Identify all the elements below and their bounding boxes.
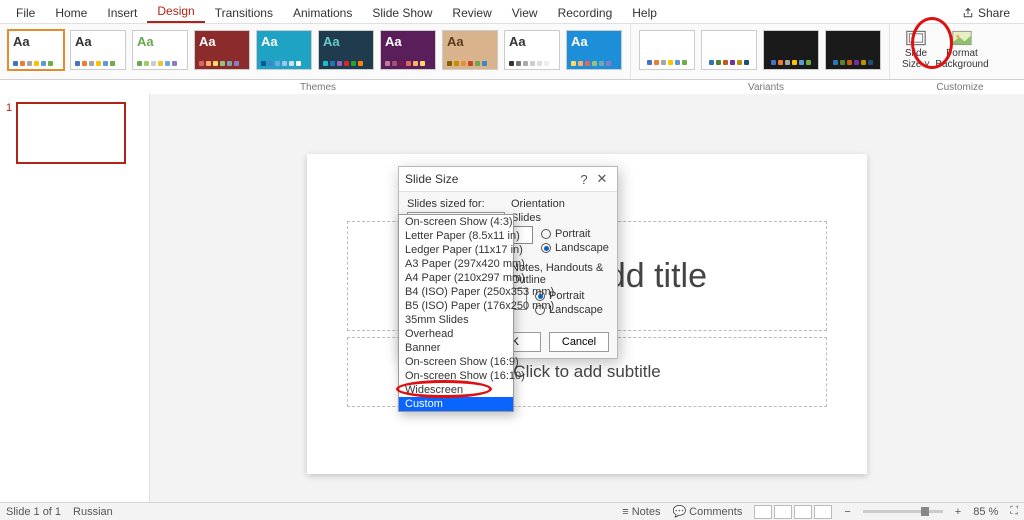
dropdown-item[interactable]: Banner xyxy=(399,341,513,355)
theme-thumb[interactable]: Aa xyxy=(442,30,498,70)
notes-button[interactable]: ≡ Notes xyxy=(622,506,660,518)
orientation-slides-label: Slides xyxy=(511,212,609,224)
share-button[interactable]: Share xyxy=(954,3,1018,23)
dropdown-item[interactable]: 35mm Slides xyxy=(399,313,513,327)
orientation-label: Orientation xyxy=(511,198,609,210)
dropdown-item[interactable]: On-screen Show (16:9) xyxy=(399,355,513,369)
variants-label: Variants xyxy=(636,82,896,93)
format-background-button[interactable]: Format Background xyxy=(942,28,982,70)
variant-thumb[interactable] xyxy=(825,30,881,70)
tab-review[interactable]: Review xyxy=(442,3,501,23)
cancel-button[interactable]: Cancel xyxy=(549,332,609,352)
theme-thumb[interactable]: Aa xyxy=(8,30,64,70)
tab-view[interactable]: View xyxy=(502,3,548,23)
status-slide-count: Slide 1 of 1 xyxy=(6,506,61,518)
zoom-slider[interactable] xyxy=(863,510,943,513)
dropdown-item[interactable]: A4 Paper (210x297 mm) xyxy=(399,271,513,285)
dropdown-item[interactable]: Letter Paper (8.5x11 in) xyxy=(399,229,513,243)
share-icon xyxy=(962,7,974,19)
theme-thumb[interactable]: Aa xyxy=(318,30,374,70)
format-background-label: Format Background xyxy=(935,48,988,70)
variant-thumb[interactable] xyxy=(763,30,819,70)
dialog-title: Slide Size xyxy=(405,172,575,186)
radio-slides-portrait[interactable]: Portrait xyxy=(541,228,609,240)
dropdown-item[interactable]: On-screen Show (16:10) xyxy=(399,369,513,383)
slide-size-icon xyxy=(906,30,926,46)
theme-thumb[interactable]: Aa xyxy=(566,30,622,70)
zoom-value[interactable]: 85 % xyxy=(973,506,998,518)
slide-thumbnail[interactable] xyxy=(16,102,126,164)
tab-recording[interactable]: Recording xyxy=(548,3,623,23)
ribbon-tabs: File Home Insert Design Transitions Anim… xyxy=(0,0,1024,24)
thumb-index: 1 xyxy=(6,102,12,164)
dropdown-item[interactable]: Custom xyxy=(399,397,513,411)
radio-slides-landscape[interactable]: Landscape xyxy=(541,242,609,254)
dialog-close-button[interactable]: ✕ xyxy=(593,171,611,187)
themes-label: Themes xyxy=(0,82,636,93)
status-language[interactable]: Russian xyxy=(73,506,113,518)
dropdown-item[interactable]: Overhead xyxy=(399,327,513,341)
dropdown-item[interactable]: Ledger Paper (11x17 in) xyxy=(399,243,513,257)
dialog-help-button[interactable]: ? xyxy=(575,172,593,187)
view-buttons[interactable] xyxy=(754,505,832,519)
share-label: Share xyxy=(978,6,1010,20)
fit-to-window-button[interactable]: ⛶ xyxy=(1010,505,1018,518)
themes-gallery: Aa Aa Aa Aa Aa Aa Aa Aa Aa Aa xyxy=(0,24,630,79)
tab-animations[interactable]: Animations xyxy=(283,3,362,23)
sized-for-label: Slides sized for: xyxy=(407,198,505,210)
theme-thumb[interactable]: Aa xyxy=(256,30,312,70)
ribbon: Aa Aa Aa Aa Aa Aa Aa Aa Aa Aa Slide Size… xyxy=(0,24,1024,80)
dropdown-item[interactable]: B4 (ISO) Paper (250x353 mm) xyxy=(399,285,513,299)
theme-thumb[interactable]: Aa xyxy=(194,30,250,70)
dropdown-item[interactable]: On-screen Show (4:3) xyxy=(399,215,513,229)
tab-file[interactable]: File xyxy=(6,3,45,23)
customize-group: Slide Size ˅ Format Background xyxy=(889,24,988,79)
theme-thumb[interactable]: Aa xyxy=(380,30,436,70)
tab-slideshow[interactable]: Slide Show xyxy=(362,3,442,23)
slide-size-button[interactable]: Slide Size ˅ xyxy=(896,28,936,70)
dropdown-item[interactable]: B5 (ISO) Paper (176x250 mm) xyxy=(399,299,513,313)
dropdown-item[interactable]: Widescreen xyxy=(399,383,513,397)
slide-thumbnails-pane: 1 xyxy=(0,94,150,502)
theme-thumb[interactable]: Aa xyxy=(132,30,188,70)
zoom-out-button[interactable]: − xyxy=(844,506,850,518)
tab-design[interactable]: Design xyxy=(147,1,204,23)
sized-for-dropdown: On-screen Show (4:3)Letter Paper (8.5x11… xyxy=(398,214,514,412)
orientation-notes-label: Notes, Handouts & Outline xyxy=(511,262,609,286)
comments-button[interactable]: 💬 Comments xyxy=(672,505,742,518)
zoom-in-button[interactable]: + xyxy=(955,506,961,518)
tab-transitions[interactable]: Transitions xyxy=(205,3,283,23)
tab-help[interactable]: Help xyxy=(622,3,667,23)
variants-gallery xyxy=(630,24,889,79)
status-bar: Slide 1 of 1 Russian ≡ Notes 💬 Comments … xyxy=(0,502,1024,520)
tab-home[interactable]: Home xyxy=(45,3,97,23)
variant-thumb[interactable] xyxy=(639,30,695,70)
dropdown-item[interactable]: A3 Paper (297x420 mm) xyxy=(399,257,513,271)
tab-insert[interactable]: Insert xyxy=(97,3,147,23)
format-background-icon xyxy=(952,30,972,46)
customize-label: Customize xyxy=(896,82,1024,93)
slide-size-label: Slide Size ˅ xyxy=(902,48,930,70)
ribbon-group-labels: Themes Variants Customize ⌃ xyxy=(0,80,1024,94)
theme-thumb[interactable]: Aa xyxy=(504,30,560,70)
variant-thumb[interactable] xyxy=(701,30,757,70)
theme-thumb[interactable]: Aa xyxy=(70,30,126,70)
